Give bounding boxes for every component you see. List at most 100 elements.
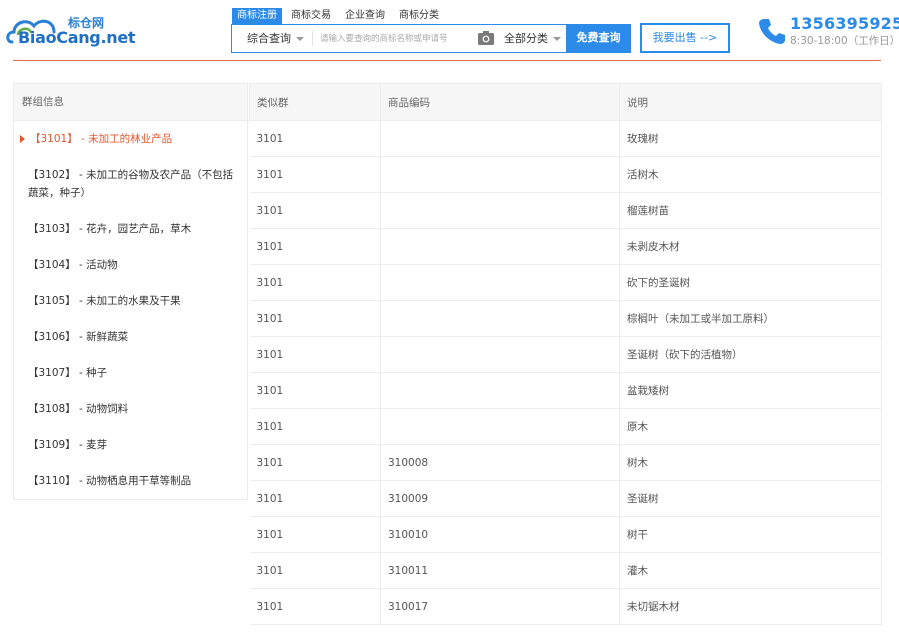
caret-right-icon xyxy=(20,135,25,143)
group-item-3110[interactable]: 【3110】 - 动物栖息用干草等制品 xyxy=(14,472,247,490)
table-row: 3101 310008 树木 xyxy=(249,444,882,481)
cell-goods-code xyxy=(380,408,620,445)
site-logo[interactable]: 标仓网 BiaoCang.net xyxy=(6,12,136,48)
table-row: 3101 310010 树干 xyxy=(249,516,882,553)
cell-similar-group: 3101 xyxy=(249,480,381,517)
cell-goods-code xyxy=(380,192,620,229)
cell-goods-code xyxy=(380,264,620,301)
column-header-description: 说明 xyxy=(619,83,882,121)
cell-description: 灌木 xyxy=(619,552,882,589)
tab-trademark-trade[interactable]: 商标交易 xyxy=(286,8,336,24)
cell-similar-group: 3101 xyxy=(249,300,381,337)
cell-goods-code: 310008 xyxy=(380,444,620,481)
search-type-label: 综合查询 xyxy=(247,32,291,45)
group-item-label: 【3102】 - 未加工的谷物及农产品（不包括蔬菜，种子） xyxy=(28,169,234,199)
cell-goods-code xyxy=(380,156,620,193)
column-header-goods-code: 商品编码 xyxy=(380,83,620,121)
phone-icon xyxy=(759,19,785,44)
search-input[interactable] xyxy=(320,29,470,48)
group-item-3108[interactable]: 【3108】 - 动物饲料 xyxy=(14,400,247,418)
cell-similar-group: 3101 xyxy=(249,552,381,589)
contact-phone: 13563959252 xyxy=(790,14,899,33)
table-row: 3101 砍下的圣诞树 xyxy=(249,264,882,301)
free-search-button[interactable]: 免费查询 xyxy=(566,24,631,53)
group-item-label: 【3104】 - 活动物 xyxy=(28,259,118,271)
tab-trademark-category[interactable]: 商标分类 xyxy=(394,8,444,24)
table-row: 3101 榴莲树苗 xyxy=(249,192,882,229)
group-item-label: 【3109】 - 麦芽 xyxy=(28,439,108,451)
group-item-label: 【3105】 - 未加工的水果及干果 xyxy=(28,295,181,307)
cell-description: 未剥皮木材 xyxy=(619,228,882,265)
camera-icon[interactable] xyxy=(478,31,494,45)
cell-description: 棕榈叶（未加工或半加工原料） xyxy=(619,300,882,337)
sell-trademark-button[interactable]: 我要出售 --> xyxy=(640,23,730,53)
cell-description: 原木 xyxy=(619,408,882,445)
category-select-label: 全部分类 xyxy=(504,32,548,45)
group-info-title: 群组信息 xyxy=(14,84,247,121)
cell-similar-group: 3101 xyxy=(249,372,381,409)
group-item-label: 【3101】 - 未加工的林业产品 xyxy=(30,133,173,145)
cell-goods-code: 310017 xyxy=(380,588,620,625)
search-divider xyxy=(312,31,313,46)
table-row: 3101 310017 未切锯木材 xyxy=(249,588,882,625)
cell-description: 玫瑰树 xyxy=(619,120,882,157)
table-row: 3101 圣诞树（砍下的活植物） xyxy=(249,336,882,373)
cell-similar-group: 3101 xyxy=(249,408,381,445)
search-nav-tabs: 商标注册 商标交易 企业查询 商标分类 xyxy=(232,8,448,24)
chevron-down-icon xyxy=(296,37,304,41)
cell-description: 砍下的圣诞树 xyxy=(619,264,882,301)
group-item-label: 【3103】 - 花卉，园艺产品，草木 xyxy=(28,223,192,235)
cell-similar-group: 3101 xyxy=(249,228,381,265)
group-item-3109[interactable]: 【3109】 - 麦芽 xyxy=(14,436,247,454)
cell-description: 树干 xyxy=(619,516,882,553)
search-type-select[interactable]: 综合查询 xyxy=(232,25,312,52)
tab-company-search[interactable]: 企业查询 xyxy=(340,8,390,24)
cell-similar-group: 3101 xyxy=(249,264,381,301)
cell-goods-code: 310011 xyxy=(380,552,620,589)
group-item-3102[interactable]: 【3102】 - 未加工的谷物及农产品（不包括蔬菜，种子） xyxy=(14,166,247,202)
cell-goods-code xyxy=(380,228,620,265)
group-info-panel: 群组信息 【3101】 - 未加工的林业产品 【3102】 - 未加工的谷物及农… xyxy=(13,83,248,500)
group-item-3106[interactable]: 【3106】 - 新鲜蔬菜 xyxy=(14,328,247,346)
search-bar: 综合查询 全部分类 免费查询 xyxy=(231,24,631,53)
table-row: 3101 盆栽矮树 xyxy=(249,372,882,409)
table-row: 3101 棕榈叶（未加工或半加工原料） xyxy=(249,300,882,337)
table-header-row: 类似群 商品编码 说明 xyxy=(249,83,882,121)
table-row: 3101 310011 灌木 xyxy=(249,552,882,589)
group-item-3101[interactable]: 【3101】 - 未加工的林业产品 xyxy=(14,130,247,148)
table-row: 3101 310009 圣诞树 xyxy=(249,480,882,517)
cell-similar-group: 3101 xyxy=(249,588,381,625)
cell-goods-code xyxy=(380,120,620,157)
tab-trademark-register[interactable]: 商标注册 xyxy=(232,8,282,24)
group-item-3104[interactable]: 【3104】 - 活动物 xyxy=(14,256,247,274)
cell-similar-group: 3101 xyxy=(249,444,381,481)
table-row: 3101 原木 xyxy=(249,408,882,445)
table-row: 3101 未剥皮木材 xyxy=(249,228,882,265)
group-item-3103[interactable]: 【3103】 - 花卉，园艺产品，草木 xyxy=(14,220,247,238)
column-header-similar-group: 类似群 xyxy=(249,83,381,121)
table-row: 3101 玫瑰树 xyxy=(249,120,882,157)
group-item-label: 【3110】 - 动物栖息用干草等制品 xyxy=(28,475,192,487)
header-divider xyxy=(13,60,881,61)
cell-goods-code xyxy=(380,336,620,373)
cell-description: 树木 xyxy=(619,444,882,481)
group-item-3105[interactable]: 【3105】 - 未加工的水果及干果 xyxy=(14,292,247,310)
cell-similar-group: 3101 xyxy=(249,336,381,373)
group-item-3107[interactable]: 【3107】 - 种子 xyxy=(14,364,247,382)
cell-description: 圣诞树（砍下的活植物） xyxy=(619,336,882,373)
logo-english-text: BiaoCang.net xyxy=(18,28,136,47)
cell-description: 圣诞树 xyxy=(619,480,882,517)
cell-similar-group: 3101 xyxy=(249,192,381,229)
contact-hours: 8:30-18:00（工作日） xyxy=(790,35,899,47)
cell-similar-group: 3101 xyxy=(249,156,381,193)
chevron-down-icon xyxy=(553,37,561,41)
group-item-label: 【3106】 - 新鲜蔬菜 xyxy=(28,331,129,343)
cell-goods-code: 310009 xyxy=(380,480,620,517)
category-select[interactable]: 全部分类 xyxy=(504,25,564,52)
goods-table: 类似群 商品编码 说明 3101 玫瑰树 3101 活树木 3101 榴莲树苗 310… xyxy=(249,83,882,625)
site-header: 标仓网 BiaoCang.net 商标注册 商标交易 企业查询 商标分类 综合查… xyxy=(0,0,899,60)
cell-description: 榴莲树苗 xyxy=(619,192,882,229)
cell-description: 活树木 xyxy=(619,156,882,193)
cell-description: 未切锯木材 xyxy=(619,588,882,625)
cell-goods-code xyxy=(380,300,620,337)
